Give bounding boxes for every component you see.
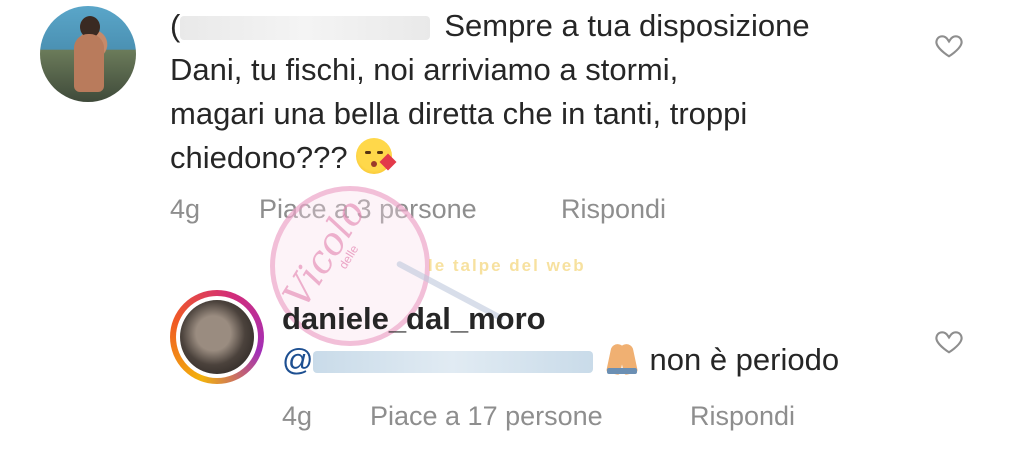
folded-hands-icon — [605, 340, 639, 376]
comment-body: ( Sempre a tua disposizione Dani, tu fisc… — [170, 4, 910, 180]
likes-count-link[interactable]: Piace a 3 persone — [259, 194, 477, 225]
kissing-face-icon — [356, 138, 397, 174]
redacted-username — [180, 15, 431, 40]
story-ring[interactable] — [170, 290, 264, 384]
heart-outline-icon[interactable] — [934, 326, 964, 356]
reply-avatar[interactable] — [176, 296, 258, 378]
reply-body: @ non è periodo — [282, 340, 839, 378]
comment-line: Sempre a tua disposizione — [444, 8, 810, 43]
avatar-photo — [180, 300, 254, 374]
reply-username[interactable]: daniele_dal_moro — [282, 301, 546, 337]
reply-likes-link[interactable]: Piace a 17 persone — [370, 401, 603, 432]
heart-outline-icon[interactable] — [934, 30, 964, 60]
comment-line: Dani, tu fischi, noi arriviamo a stormi, — [170, 52, 679, 87]
comment-line: magari una bella diretta che in tanti, t… — [170, 96, 748, 131]
comment-line: chiedono??? — [170, 140, 348, 175]
watermark-logo-small: delle — [336, 242, 362, 272]
comment-time: 4g — [170, 194, 201, 224]
redacted-mention — [313, 350, 594, 373]
reply-text: non è periodo — [649, 342, 840, 377]
watermark-tagline: le talpe del web — [428, 256, 586, 275]
mention-at[interactable]: @ — [282, 342, 313, 377]
reply-button[interactable]: Rispondi — [561, 194, 666, 225]
reply-reply-button[interactable]: Rispondi — [690, 401, 795, 432]
comments-page: ( Sempre a tua disposizione Dani, tu fisc… — [0, 0, 1024, 465]
commenter-username[interactable]: ( — [170, 8, 180, 43]
avatar-figure — [74, 34, 104, 92]
reply-time: 4g — [282, 401, 313, 431]
commenter-avatar[interactable] — [40, 6, 136, 102]
